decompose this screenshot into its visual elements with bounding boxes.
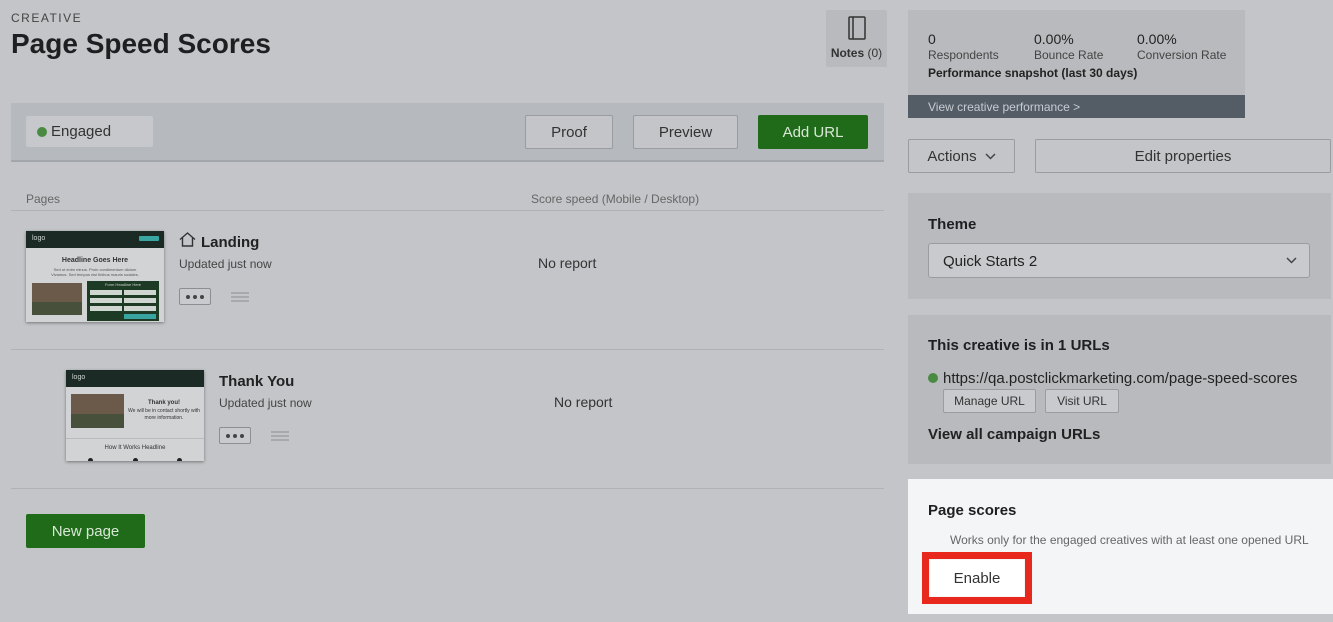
eyebrow-label: CREATIVE	[11, 11, 83, 25]
thank-you-drag-handle-icon[interactable]	[271, 431, 289, 442]
page-title: Page Speed Scores	[11, 28, 271, 59]
page-scores-title: Page scores	[928, 502, 1017, 519]
theme-selected: Quick Starts 2	[943, 253, 1038, 270]
bounce-value: 0.00%	[1034, 31, 1074, 47]
respondents-value: 0	[928, 31, 936, 47]
divider	[11, 488, 884, 489]
enable-highlight: Enable	[922, 552, 1032, 604]
thumb-logo: logo	[72, 374, 86, 381]
notes-button[interactable]: Notes (0)	[826, 10, 887, 67]
landing-score: No report	[538, 255, 597, 271]
add-url-button[interactable]: Add URL	[758, 115, 868, 149]
score-column-header: Score speed (Mobile / Desktop)	[531, 192, 700, 206]
status-dot-icon	[37, 127, 47, 137]
visit-url-button[interactable]: Visit URL	[1045, 389, 1119, 413]
thank-you-updated: Updated just now	[219, 396, 312, 410]
thumb-body: Sed ut enim minus. Proin condimentum dic…	[51, 267, 139, 277]
thumb-logo: logo	[32, 235, 46, 242]
url-text: https://qa.postclickmarketing.com/page-s…	[943, 370, 1298, 387]
pages-column-header: Pages	[26, 192, 61, 206]
page-scores-description: Works only for the engaged creatives wit…	[950, 533, 1309, 547]
creative-toolbar: Engaged Proof Preview Add URL	[11, 103, 884, 162]
preview-button[interactable]: Preview	[633, 115, 738, 149]
urls-title: This creative is in 1 URLs	[928, 337, 1110, 354]
new-page-button[interactable]: New page	[26, 514, 145, 548]
conversion-value: 0.00%	[1137, 31, 1177, 47]
thumb-thanks-body: We will be in contact shortly with more …	[128, 408, 200, 421]
landing-more-button[interactable]	[179, 288, 211, 305]
status-label: Engaged	[51, 123, 112, 140]
notes-count: (0)	[867, 46, 883, 60]
divider	[11, 349, 884, 350]
url-entry: https://qa.postclickmarketing.com/page-s…	[928, 370, 1297, 387]
thank-you-thumbnail[interactable]: logo Thank you! We will be in contact sh…	[66, 370, 204, 461]
actions-dropdown[interactable]: Actions	[908, 139, 1015, 173]
page-scores-panel: Page scores Works only for the engaged c…	[908, 479, 1333, 614]
divider	[11, 210, 884, 211]
thumb-headline: Headline Goes Here	[61, 257, 129, 264]
enable-button[interactable]: Enable	[930, 560, 1024, 596]
chevron-down-icon	[985, 152, 996, 160]
respondents-label: Respondents	[928, 48, 999, 62]
thank-you-more-button[interactable]	[219, 427, 251, 444]
manage-url-button[interactable]: Manage URL	[943, 389, 1036, 413]
thumb-form-title: Form Headline Here	[104, 282, 141, 287]
notebook-icon	[847, 16, 866, 40]
home-icon	[179, 232, 196, 247]
landing-page-name[interactable]: Landing	[201, 234, 259, 251]
thumb-thanks-footer: How It Works Headline	[104, 445, 166, 451]
view-performance-link[interactable]: View creative performance >	[908, 95, 1245, 118]
thank-you-score: No report	[554, 394, 613, 410]
landing-thumbnail[interactable]: logo Headline Goes Here Sed ut enim minu…	[26, 231, 164, 322]
theme-title: Theme	[928, 216, 977, 233]
theme-panel: Theme Quick Starts 2	[908, 193, 1331, 299]
status-badge: Engaged	[26, 116, 153, 147]
url-status-dot-icon	[928, 373, 938, 383]
proof-button[interactable]: Proof	[525, 115, 613, 149]
conversion-label: Conversion Rate	[1137, 48, 1227, 62]
landing-drag-handle-icon[interactable]	[231, 292, 249, 303]
view-all-urls-link[interactable]: View all campaign URLs	[928, 426, 1100, 443]
edit-properties-button[interactable]: Edit properties	[1035, 139, 1331, 173]
notes-label: Notes	[830, 46, 865, 60]
chevron-down-icon	[1286, 257, 1297, 264]
urls-panel: This creative is in 1 URLs https://qa.po…	[908, 315, 1331, 464]
theme-select[interactable]: Quick Starts 2	[928, 243, 1310, 278]
performance-card: 0 Respondents 0.00% Bounce Rate 0.00% Co…	[908, 10, 1245, 118]
actions-label: Actions	[927, 147, 977, 165]
landing-updated: Updated just now	[179, 257, 272, 271]
thumb-thanks-heading: Thank you!	[147, 400, 180, 406]
thank-you-page-name[interactable]: Thank You	[219, 373, 294, 390]
snapshot-label: Performance snapshot (last 30 days)	[928, 66, 1138, 80]
bounce-label: Bounce Rate	[1034, 48, 1104, 62]
